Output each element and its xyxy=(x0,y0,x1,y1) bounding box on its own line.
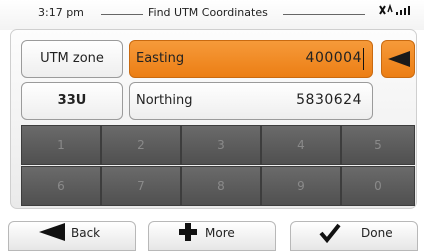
backspace-icon xyxy=(388,51,410,67)
screen-title: Find UTM Coordinates xyxy=(148,6,268,19)
easting-field[interactable]: Easting 400004 xyxy=(129,40,373,78)
easting-value: 400004 xyxy=(305,50,362,66)
key-2[interactable]: 2 xyxy=(101,125,181,165)
key-4[interactable]: 4 xyxy=(261,125,341,165)
title-divider-left xyxy=(101,14,143,15)
key-5[interactable]: 5 xyxy=(341,125,415,165)
key-0[interactable]: 0 xyxy=(341,166,415,206)
key-3[interactable]: 3 xyxy=(181,125,261,165)
key-7[interactable]: 7 xyxy=(101,166,181,206)
easting-label: Easting xyxy=(136,51,185,66)
northing-label: Northing xyxy=(136,93,193,108)
back-label: Back xyxy=(71,226,101,240)
plus-icon xyxy=(179,223,197,241)
checkmark-icon xyxy=(319,223,341,243)
coordinate-panel: UTM zone 33U Easting 400004 Northing 583… xyxy=(10,29,417,209)
key-8[interactable]: 8 xyxy=(181,166,261,206)
key-1[interactable]: 1 xyxy=(21,125,101,165)
more-button[interactable]: More xyxy=(148,221,276,251)
done-label: Done xyxy=(361,226,393,240)
northing-field[interactable]: Northing 5830624 xyxy=(129,82,373,120)
utm-zone-label[interactable]: UTM zone xyxy=(21,40,123,78)
text-cursor xyxy=(363,48,364,70)
key-6[interactable]: 6 xyxy=(21,166,101,206)
gps-signal-icon xyxy=(379,3,410,15)
key-9[interactable]: 9 xyxy=(261,166,341,206)
arrow-left-icon xyxy=(39,223,65,241)
northing-value: 5830624 xyxy=(296,92,362,108)
utm-zone-value[interactable]: 33U xyxy=(21,82,123,120)
title-divider-right xyxy=(283,14,365,15)
backspace-button[interactable] xyxy=(381,40,415,78)
done-button[interactable]: Done xyxy=(290,221,418,251)
clock: 3:17 pm xyxy=(38,6,84,19)
status-bar: 3:17 pm Find UTM Coordinates xyxy=(0,0,424,30)
more-label: More xyxy=(205,226,235,240)
back-button[interactable]: Back xyxy=(8,221,136,251)
